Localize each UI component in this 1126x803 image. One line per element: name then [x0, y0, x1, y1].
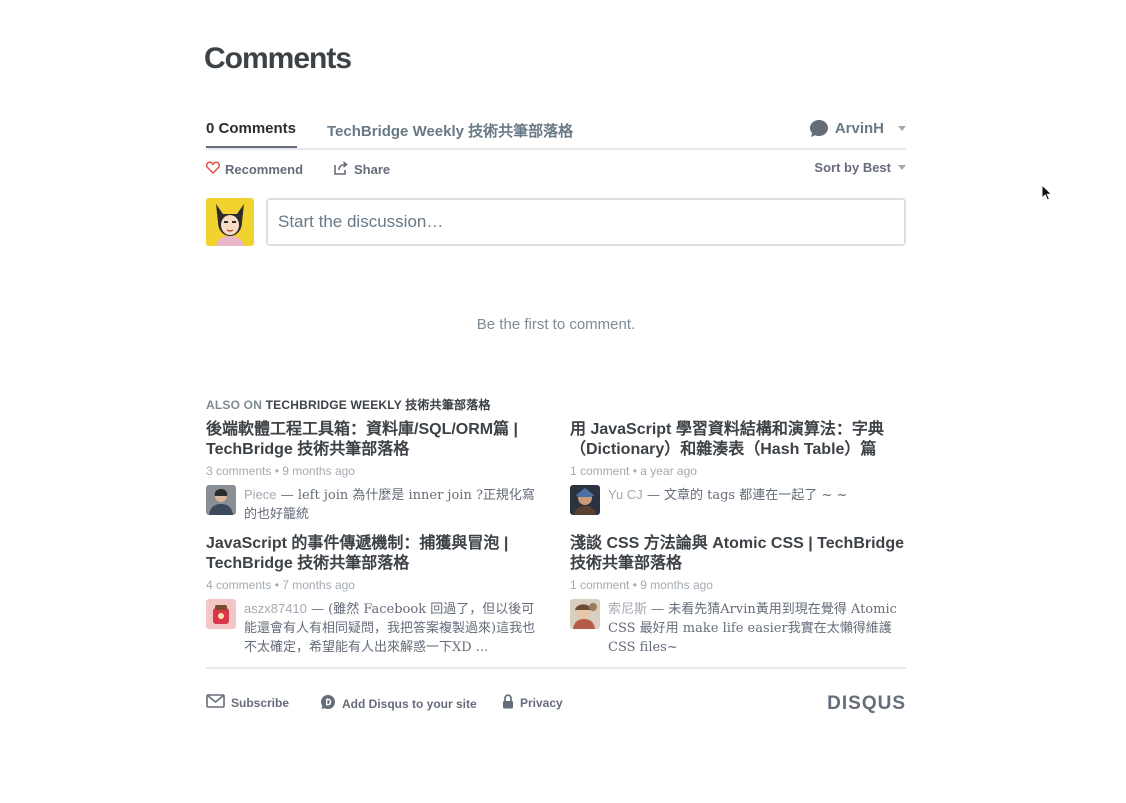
- footer: Subscribe Add Disqus to your site Privac…: [206, 667, 906, 717]
- cursor-icon: [1041, 183, 1053, 207]
- recommend-label: Recommend: [225, 161, 304, 177]
- avatar[interactable]: [206, 198, 254, 246]
- lock-icon: [502, 694, 514, 712]
- comment-excerpt: aszx87410 — (雖然 Facebook 回過了，但以後可能還會有人有相…: [244, 599, 544, 657]
- recommendation-comment[interactable]: aszx87410 — (雖然 Facebook 回過了，但以後可能還會有人有相…: [206, 599, 544, 657]
- post-age: 9 months ago: [640, 578, 713, 592]
- privacy-label: Privacy: [520, 696, 563, 710]
- recommendation-item: 後端軟體工程工具箱：資料庫/SQL/ORM篇 | TechBridge 技術共筆…: [206, 420, 544, 524]
- recommendation-meta: 4 comments • 7 months ago: [206, 577, 544, 593]
- chevron-down-icon: [898, 126, 906, 131]
- recommendation-item: 用 JavaScript 學習資料結構和演算法：字典（Dictionary）和雜…: [570, 420, 906, 515]
- also-on-prefix: ALSO ON: [206, 398, 263, 412]
- user-menu[interactable]: ArvinH: [809, 119, 906, 138]
- tab-comments[interactable]: 0 Comments: [206, 120, 297, 148]
- comment-author: Piece: [244, 487, 277, 502]
- add-disqus-link[interactable]: Add Disqus to your site: [320, 694, 477, 713]
- comment-count: 4 comments: [206, 578, 272, 592]
- recommendation-title[interactable]: JavaScript 的事件傳遞機制：捕獲與冒泡 | TechBridge 技術…: [206, 534, 544, 574]
- comment-excerpt: 索尼斯 — 未看先猜Arvin黃用到現在覺得 Atomic CSS 最好用 ma…: [608, 599, 906, 657]
- meta-separator: •: [274, 578, 279, 592]
- recommendation-title[interactable]: 用 JavaScript 學習資料結構和演算法：字典（Dictionary）和雜…: [570, 420, 906, 460]
- envelope-icon: [206, 694, 225, 711]
- disqus-logo[interactable]: DISQUS: [827, 693, 906, 715]
- discussion-actions: Recommend Share Sort by Best: [205, 160, 906, 181]
- chevron-down-icon: [898, 165, 906, 170]
- avatar: [570, 485, 600, 515]
- meta-separator: •: [632, 464, 637, 478]
- dash: —: [311, 602, 325, 617]
- recommendation-meta: 1 comment • a year ago: [570, 463, 906, 479]
- comment-input[interactable]: Start the discussion…: [266, 198, 906, 246]
- recommendation-comment[interactable]: Yu CJ — 文章的 tags 都連在一起了 ~ ~: [570, 485, 906, 515]
- comments-nav: 0 Comments TechBridge Weekly 技術共筆部落格 Arv…: [206, 112, 906, 150]
- also-on-site[interactable]: TECHBRIDGE WEEKLY 技術共筆部落格: [266, 398, 491, 412]
- chat-bubble-icon: [809, 119, 829, 138]
- excerpt-text: 文章的 tags 都連在一起了 ~ ~: [663, 488, 848, 503]
- recommendation-meta: 1 comment • 9 months ago: [570, 577, 906, 593]
- dash: —: [646, 488, 660, 503]
- recommend-button[interactable]: Recommend: [205, 161, 304, 177]
- recommendation-comment[interactable]: 索尼斯 — 未看先猜Arvin黃用到現在覺得 Atomic CSS 最好用 ma…: [570, 599, 906, 657]
- post-age: a year ago: [640, 464, 697, 478]
- comment-author: 索尼斯: [608, 601, 648, 616]
- comment-excerpt: Piece — left join 為什麼是 inner join ?正規化寫的…: [244, 485, 544, 524]
- disqus-d-icon: [320, 694, 336, 713]
- comment-count: 1 comment: [570, 578, 630, 592]
- avatar: [206, 599, 236, 629]
- post-age: 9 months ago: [282, 464, 355, 478]
- share-button[interactable]: Share: [334, 161, 390, 178]
- username: ArvinH: [834, 120, 884, 137]
- sort-dropdown[interactable]: Sort by Best: [814, 160, 906, 175]
- comment-count: 1 comment: [570, 464, 630, 478]
- add-disqus-label: Add Disqus to your site: [342, 696, 477, 711]
- avatar: [206, 485, 236, 515]
- dash: —: [280, 488, 294, 503]
- meta-separator: •: [632, 578, 637, 592]
- share-label: Share: [354, 162, 391, 177]
- dash: —: [651, 602, 665, 617]
- sort-label: Sort by Best: [814, 160, 891, 175]
- comment-excerpt: Yu CJ — 文章的 tags 都連在一起了 ~ ~: [608, 485, 847, 515]
- share-icon: [334, 161, 349, 178]
- post-age: 7 months ago: [282, 578, 355, 592]
- tab-community[interactable]: TechBridge Weekly 技術共筆部落格: [327, 120, 573, 141]
- recommendation-title[interactable]: 淺談 CSS 方法論與 Atomic CSS | TechBridge 技術共筆…: [570, 534, 906, 574]
- comment-count: 3 comments: [206, 464, 272, 478]
- also-on-header: ALSO ON TECHBRIDGE WEEKLY 技術共筆部落格: [206, 396, 491, 413]
- recommendation-title[interactable]: 後端軟體工程工具箱：資料庫/SQL/ORM篇 | TechBridge 技術共筆…: [206, 420, 544, 460]
- page-title: Comments: [204, 42, 352, 75]
- meta-separator: •: [274, 464, 279, 478]
- recommendation-meta: 3 comments • 9 months ago: [206, 463, 544, 479]
- recommendation-comment[interactable]: Piece — left join 為什麼是 inner join ?正規化寫的…: [206, 485, 544, 524]
- recommendation-item: 淺談 CSS 方法論與 Atomic CSS | TechBridge 技術共筆…: [570, 534, 906, 657]
- privacy-link[interactable]: Privacy: [502, 694, 563, 712]
- empty-message: Be the first to comment.: [476, 316, 636, 333]
- subscribe-label: Subscribe: [231, 695, 290, 710]
- subscribe-link[interactable]: Subscribe: [206, 694, 289, 711]
- recommendation-item: JavaScript 的事件傳遞機制：捕獲與冒泡 | TechBridge 技術…: [206, 534, 544, 657]
- heart-icon: [205, 161, 221, 177]
- comment-author: aszx87410: [244, 601, 307, 616]
- avatar: [570, 599, 600, 629]
- comment-author: Yu CJ: [608, 487, 643, 502]
